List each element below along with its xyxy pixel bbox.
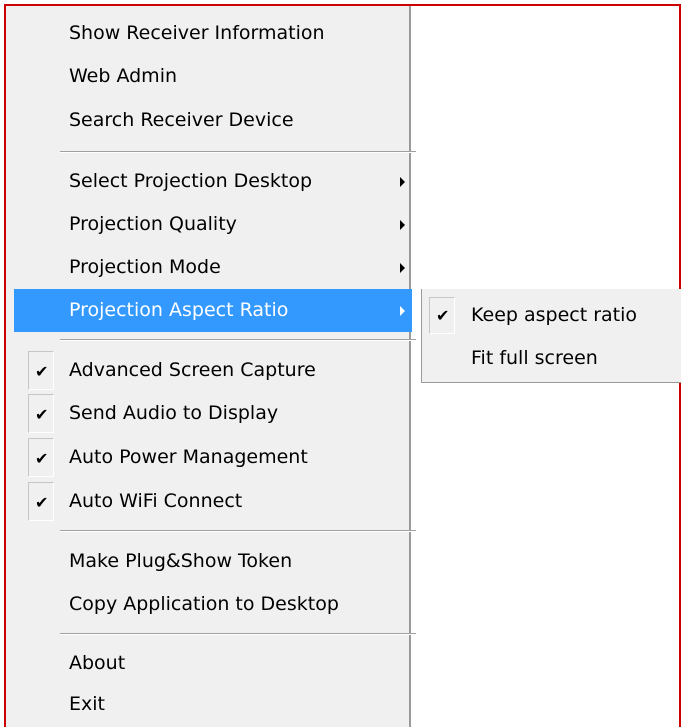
check-frame: ✔ [28, 482, 54, 521]
aspect-ratio-submenu: ✔ Keep aspect ratio Fit full screen [421, 289, 681, 383]
menu-item-select-projection-desktop[interactable]: Select Projection Desktop [14, 160, 412, 203]
submenu-item-fit-full-screen[interactable]: Fit full screen [427, 337, 677, 379]
menu-item-web-admin[interactable]: Web Admin [14, 55, 412, 98]
menu-item-label: Copy Application to Desktop [69, 593, 339, 615]
chevron-right-icon [400, 220, 405, 230]
check-frame: ✔ [429, 297, 455, 334]
submenu-item-label: Fit full screen [471, 347, 598, 369]
menu-item-projection-quality[interactable]: Projection Quality [14, 203, 412, 246]
menu-item-projection-aspect-ratio[interactable]: Projection Aspect Ratio [14, 289, 412, 332]
menu-item-send-audio-to-display[interactable]: ✔ Send Audio to Display [14, 392, 412, 435]
menu-item-label: Auto WiFi Connect [69, 490, 243, 512]
check-icon: ✔ [35, 362, 49, 381]
menu-item-label: Send Audio to Display [69, 402, 279, 424]
context-menu: Show Receiver Information Web Admin Sear… [6, 6, 416, 727]
check-frame: ✔ [28, 351, 54, 390]
menu-separator [60, 530, 416, 532]
check-icon: ✔ [35, 493, 49, 512]
menu-item-label: Make Plug&Show Token [69, 550, 293, 572]
menu-item-advanced-screen-capture[interactable]: ✔ Advanced Screen Capture [14, 349, 412, 392]
menu-separator [60, 633, 416, 635]
menu-item-projection-mode[interactable]: Projection Mode [14, 246, 412, 289]
menu-item-label: Projection Quality [69, 213, 237, 235]
check-icon: ✔ [436, 306, 450, 325]
menu-item-label: Search Receiver Device [69, 109, 294, 131]
menu-item-label: About [69, 652, 126, 674]
check-icon: ✔ [35, 449, 49, 468]
menu-item-label: Exit [69, 693, 105, 715]
menu-item-about[interactable]: About [14, 642, 412, 685]
menu-item-auto-power-management[interactable]: ✔ Auto Power Management [14, 436, 412, 479]
menu-item-label: Web Admin [69, 65, 178, 87]
menu-separator [60, 339, 416, 341]
chevron-right-icon [400, 177, 405, 187]
menu-separator [60, 151, 416, 153]
menu-item-label: Projection Aspect Ratio [69, 299, 289, 321]
chevron-right-icon [400, 263, 405, 273]
menu-item-make-plug-show-token[interactable]: Make Plug&Show Token [14, 540, 412, 583]
menu-item-show-receiver-information[interactable]: Show Receiver Information [14, 12, 412, 55]
menu-item-label: Show Receiver Information [69, 22, 325, 44]
submenu-item-label: Keep aspect ratio [471, 304, 638, 326]
check-frame: ✔ [28, 394, 54, 433]
check-frame: ✔ [28, 438, 54, 477]
chevron-right-icon [400, 306, 405, 316]
menu-item-label: Advanced Screen Capture [69, 359, 316, 381]
menu-item-exit[interactable]: Exit [14, 683, 412, 726]
menu-item-label: Select Projection Desktop [69, 170, 313, 192]
menu-item-label: Auto Power Management [69, 446, 308, 468]
menu-item-copy-application-to-desktop[interactable]: Copy Application to Desktop [14, 583, 412, 626]
check-icon: ✔ [35, 405, 49, 424]
menu-item-auto-wifi-connect[interactable]: ✔ Auto WiFi Connect [14, 480, 412, 523]
menu-item-search-receiver-device[interactable]: Search Receiver Device [14, 99, 412, 142]
menu-item-label: Projection Mode [69, 256, 221, 278]
screenshot-stage: Show Receiver Information Web Admin Sear… [0, 0, 681, 727]
submenu-item-keep-aspect-ratio[interactable]: ✔ Keep aspect ratio [427, 294, 677, 336]
